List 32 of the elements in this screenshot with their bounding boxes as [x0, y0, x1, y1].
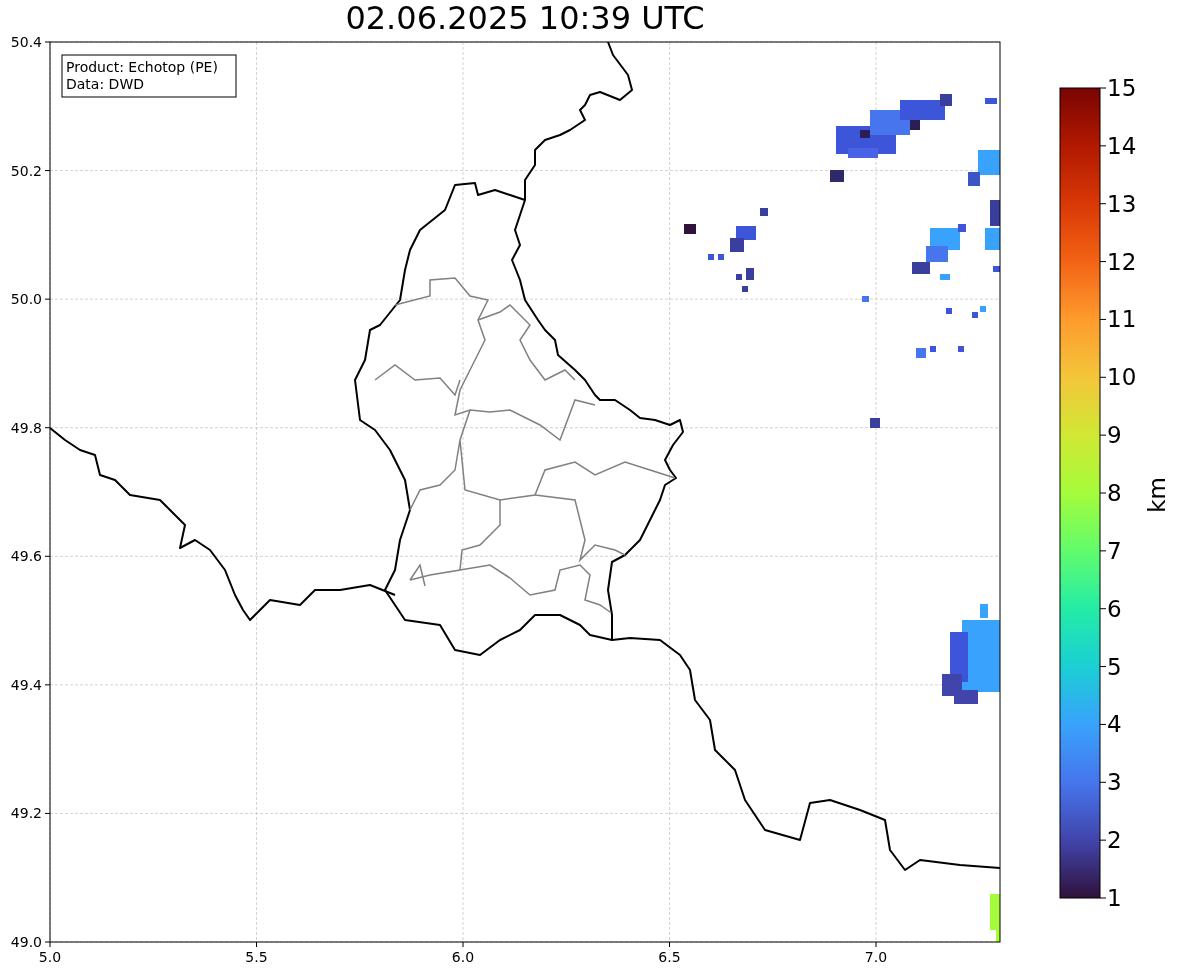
axis-tick-label: 49.4 [10, 676, 42, 693]
colorbar-tick-label: 6 [1107, 595, 1122, 622]
colorbar-tick-label: 10 [1107, 364, 1137, 391]
colorbar-tick-label: 7 [1107, 537, 1122, 564]
info-text: Product: Echotop (PE) [66, 59, 218, 75]
axis-tick-label: 5.0 [38, 949, 62, 965]
colorbar-tick-label: 1 [1107, 885, 1122, 911]
axis-tick-label: 5.5 [245, 949, 268, 965]
axis-tick-label: 49.8 [10, 419, 42, 436]
colorbar-tick-label: 9 [1107, 422, 1122, 449]
axis-tick-label: 6.0 [451, 949, 475, 965]
colorbar-tick-label: 8 [1107, 480, 1122, 506]
colorbar-tick-label: 4 [1107, 711, 1122, 738]
colorbar-tick-label: 2 [1107, 827, 1122, 854]
colorbar-tick-label: 12 [1107, 248, 1137, 275]
colorbar-tick-label: 13 [1107, 190, 1137, 217]
colorbar-tick-label: 3 [1107, 769, 1122, 796]
figure-title: 02.06.2025 10:39 UTC [345, 0, 705, 34]
colorbar-tick-label: 15 [1107, 75, 1137, 101]
axis-tick-label: 49.2 [10, 805, 42, 822]
axis-tick-label: 6.5 [658, 949, 681, 965]
colorbar-tick-label: 14 [1107, 132, 1137, 159]
colorbar-tick-label: 11 [1107, 306, 1137, 333]
axis-tick-label: 50.4 [10, 34, 42, 50]
colorbar-label: km [1144, 477, 1170, 513]
axis-tick-label: 49.6 [10, 548, 42, 565]
axis-tick-label: 50.2 [10, 162, 42, 179]
axis-tick-label: 49.0 [10, 934, 42, 950]
colorbar-tick-label: 5 [1107, 653, 1122, 680]
axis-tick-label: 50.0 [10, 291, 42, 308]
info-text: Data: DWD [66, 76, 144, 92]
axis-tick-label: 7.0 [864, 949, 888, 965]
